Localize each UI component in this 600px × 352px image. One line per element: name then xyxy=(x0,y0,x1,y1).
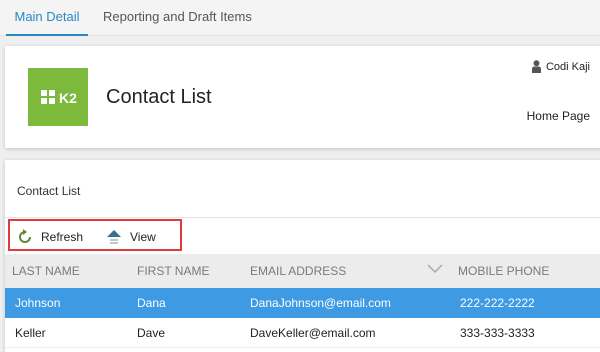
page-title: Contact List xyxy=(106,86,212,108)
column-header-mobile-phone[interactable]: MOBILE PHONE xyxy=(458,264,549,278)
divider xyxy=(5,217,600,218)
user-icon xyxy=(531,60,541,73)
table-row[interactable]: Keller Dave DaveKeller@email.com 333-333… xyxy=(5,318,600,348)
cell-phone: 222-222-2222 xyxy=(460,296,535,310)
refresh-label: Refresh xyxy=(41,230,84,244)
column-header-email-address[interactable]: EMAIL ADDRESS xyxy=(250,264,346,278)
table-header: LAST NAME FIRST NAME EMAIL ADDRESS MOBIL… xyxy=(5,254,600,288)
cell-email: DaveKeller@email.com xyxy=(250,326,376,340)
list-title: Contact List xyxy=(17,184,81,198)
sort-chevron-down-icon[interactable] xyxy=(427,264,443,274)
cell-email: DanaJohnson@email.com xyxy=(250,296,391,310)
user-name: Codi Kaji xyxy=(545,60,590,73)
column-header-last-name[interactable]: LAST NAME xyxy=(12,264,80,278)
view-arrow-icon xyxy=(107,230,121,244)
view-label: View xyxy=(130,230,156,244)
logo-squares-icon xyxy=(41,90,57,106)
column-header-first-name[interactable]: FIRST NAME xyxy=(137,264,209,278)
refresh-button[interactable]: Refresh xyxy=(17,227,83,247)
logo-text: K2 xyxy=(59,90,77,106)
cell-last-name: Johnson xyxy=(15,296,61,310)
tab-bar: Main Detail Reporting and Draft Items xyxy=(0,0,600,36)
cell-phone: 333-333-3333 xyxy=(460,326,535,340)
view-button[interactable]: View xyxy=(106,227,156,247)
home-page-link[interactable]: Home Page xyxy=(527,109,590,123)
tab-reporting-and-draft-items[interactable]: Reporting and Draft Items xyxy=(103,0,252,36)
cell-last-name: Keller xyxy=(15,326,46,340)
tab-main-detail[interactable]: Main Detail xyxy=(6,0,88,36)
table-row[interactable]: Johnson Dana DanaJohnson@email.com 222-2… xyxy=(5,288,600,318)
k2-logo: K2 xyxy=(28,68,88,126)
header-card: K2 Contact List Codi Kaji Home Page xyxy=(5,46,600,148)
cell-first-name: Dave xyxy=(137,326,166,340)
refresh-icon xyxy=(19,229,31,243)
contact-list-card: Contact List Refresh View LAST NAME FIRS… xyxy=(5,160,600,352)
cell-first-name: Dana xyxy=(137,296,166,310)
user-info[interactable]: Codi Kaji xyxy=(531,60,590,73)
